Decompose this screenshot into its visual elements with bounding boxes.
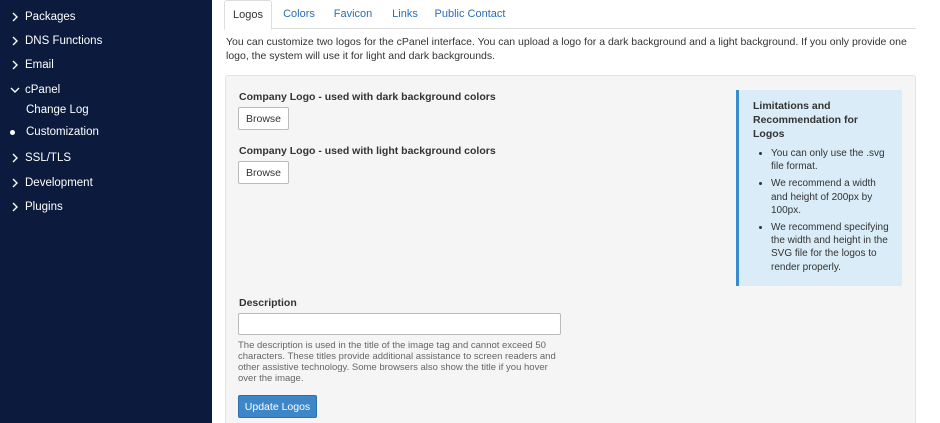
list-item: We recommend specifying the width and he…: [771, 221, 892, 274]
sidebar-item-dns-functions[interactable]: DNS Functions: [0, 31, 212, 51]
tab-links[interactable]: Links: [388, 0, 422, 29]
tab-public-contact[interactable]: Public Contact: [434, 0, 506, 29]
sidebar-item-packages[interactable]: Packages: [0, 7, 212, 27]
description-label: Description: [239, 297, 297, 309]
list-item: We recommend a width and height of 200px…: [771, 177, 892, 217]
sidebar-item-ssl-tls[interactable]: SSL/TLS: [0, 148, 212, 168]
active-bullet-icon: [10, 130, 15, 135]
chevron-right-icon: [12, 153, 18, 163]
description-input[interactable]: [238, 313, 561, 335]
sidebar-item-label: DNS Functions: [25, 35, 103, 47]
dark-logo-label: Company Logo - used with dark background…: [239, 91, 496, 103]
sidebar-item-customization[interactable]: Customization: [26, 126, 99, 138]
sidebar-item-label: Packages: [25, 11, 76, 23]
description-help-text: The description is used in the title of …: [238, 340, 556, 384]
light-logo-label: Company Logo - used with light backgroun…: [239, 145, 496, 157]
chevron-right-icon: [12, 178, 18, 188]
intro-text: You can customize two logos for the cPan…: [226, 36, 907, 62]
sidebar-item-label: cPanel: [25, 84, 61, 96]
logo-limitations-callout: Limitations and Recommendation for Logos…: [736, 90, 902, 286]
sidebar-item-development[interactable]: Development: [0, 173, 212, 193]
tab-colors[interactable]: Colors: [280, 0, 318, 29]
chevron-down-icon: [10, 87, 20, 93]
sidebar-item-change-log[interactable]: Change Log: [26, 104, 89, 116]
sidebar-item-label: Development: [25, 177, 93, 189]
callout-title: Limitations and Recommendation for Logos: [753, 100, 859, 140]
sidebar-item-plugins[interactable]: Plugins: [0, 197, 212, 217]
sidebar-item-label: Plugins: [25, 201, 63, 213]
list-item: You can only use the .svg file format.: [771, 147, 892, 173]
tab-favicon[interactable]: Favicon: [330, 0, 376, 29]
sidebar-item-cpanel[interactable]: cPanel: [0, 80, 212, 100]
sidebar-item-label: Change Log: [26, 104, 89, 116]
sidebar: Packages DNS Functions Email cPanel Chan…: [0, 0, 212, 423]
chevron-right-icon: [12, 60, 18, 70]
browse-dark-logo-button[interactable]: Browse: [238, 107, 289, 130]
sidebar-item-label: Email: [25, 59, 54, 71]
tab-logos[interactable]: Logos: [224, 0, 272, 30]
tab-bar: Logos Colors Favicon Links Public Contac…: [224, 0, 916, 30]
recommendation-list: You can only use the .svg file format. W…: [753, 147, 892, 274]
update-logos-button[interactable]: Update Logos: [238, 395, 317, 418]
sidebar-item-label: SSL/TLS: [25, 152, 72, 164]
chevron-right-icon: [12, 202, 18, 212]
chevron-right-icon: [12, 36, 18, 46]
sidebar-item-email[interactable]: Email: [0, 55, 212, 75]
browse-light-logo-button[interactable]: Browse: [238, 161, 289, 184]
chevron-right-icon: [12, 12, 18, 22]
sidebar-item-label: Customization: [26, 126, 99, 138]
